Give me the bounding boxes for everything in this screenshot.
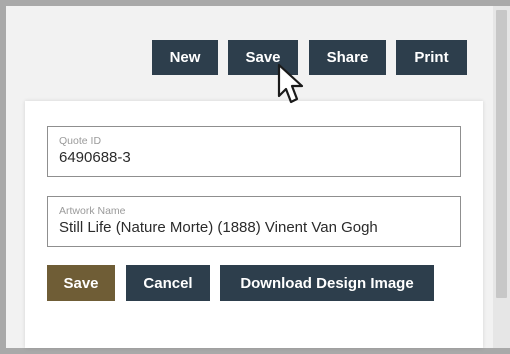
artwork-name-label: Artwork Name <box>59 205 126 217</box>
cancel-button[interactable]: Cancel <box>126 265 210 301</box>
quote-id-field[interactable]: Quote ID 6490688-3 <box>47 126 461 177</box>
download-design-image-button[interactable]: Download Design Image <box>220 265 434 301</box>
form-save-button[interactable]: Save <box>47 265 115 301</box>
scrollbar-thumb[interactable] <box>496 10 507 298</box>
print-button[interactable]: Print <box>396 40 467 75</box>
scrollbar[interactable] <box>493 6 510 348</box>
new-button[interactable]: New <box>152 40 218 75</box>
artwork-name-value: Still Life (Nature Morte) (1888) Vinent … <box>59 219 378 236</box>
quote-id-label: Quote ID <box>59 135 102 147</box>
mouse-pointer-icon <box>277 63 304 104</box>
share-button[interactable]: Share <box>309 40 386 75</box>
artwork-name-field[interactable]: Artwork Name Still Life (Nature Morte) (… <box>47 196 461 247</box>
quote-id-value: 6490688-3 <box>59 149 131 166</box>
